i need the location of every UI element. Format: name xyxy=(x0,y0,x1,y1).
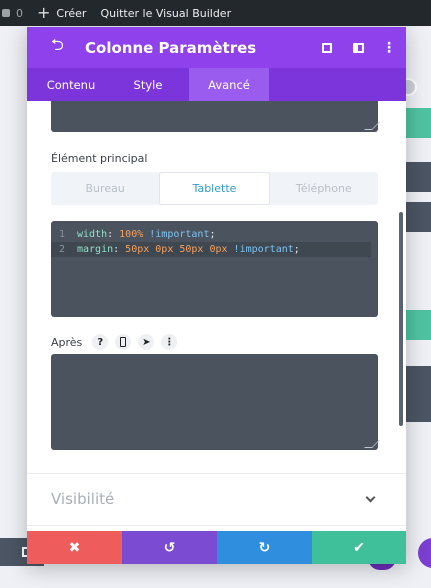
code-important: !important xyxy=(227,244,294,255)
tab-avance[interactable]: Avancé xyxy=(189,68,269,101)
apres-label: Après xyxy=(51,335,83,349)
code-value: 100% xyxy=(119,229,144,240)
line-number: 2 xyxy=(58,244,65,255)
page-bg-block xyxy=(405,108,431,138)
split-view-icon[interactable] xyxy=(349,40,367,56)
css-textarea-above[interactable] xyxy=(51,101,380,132)
tab-contenu[interactable]: Contenu xyxy=(35,68,107,101)
floating-add-button[interactable] xyxy=(418,538,431,568)
divider xyxy=(27,473,406,474)
check-icon: ✔ xyxy=(353,539,365,556)
wp-admin-bar: 0 + Créer Quitter le Visual Builder xyxy=(0,0,431,26)
modal-header: ⮌ Colonne Paramètres ⋮ xyxy=(27,27,406,68)
close-icon: ✖ xyxy=(68,539,81,556)
code-colon: : xyxy=(113,244,126,255)
chevron-down-icon xyxy=(365,492,376,502)
apres-row: Après ? ➤ ⋮ xyxy=(51,333,184,351)
column-settings-modal: ⮌ Colonne Paramètres ⋮ Contenu Style Ava… xyxy=(27,27,406,564)
resize-handle-icon[interactable] xyxy=(364,122,380,130)
comment-count: 0 xyxy=(16,6,23,20)
tab-style[interactable]: Style xyxy=(107,68,189,101)
code-line: 2 margin: 50px 0px 50px 0px !important; xyxy=(51,242,371,257)
visibility-label: Visibilité xyxy=(51,490,115,508)
new-label: Créer xyxy=(56,6,87,20)
save-button[interactable]: ✔ xyxy=(312,531,406,564)
new-content-link[interactable]: + Créer xyxy=(37,5,86,21)
apres-textarea[interactable] xyxy=(51,354,380,450)
quit-visual-builder-link[interactable]: Quitter le Visual Builder xyxy=(100,7,231,20)
page-bg-block xyxy=(405,162,431,192)
cancel-button[interactable]: ✖ xyxy=(27,531,122,564)
modal-title: Colonne Paramètres xyxy=(85,38,257,57)
device-tab-bureau[interactable]: Bureau xyxy=(51,172,159,205)
element-principal-label: Élément principal xyxy=(51,152,148,165)
device-tab-telephone[interactable]: Téléphone xyxy=(270,172,378,205)
device-tabs: Bureau Tablette Téléphone xyxy=(51,172,378,205)
code-colon: : xyxy=(107,229,120,240)
comments-link[interactable]: 0 xyxy=(2,7,23,20)
cursor-icon[interactable]: ➤ xyxy=(138,334,155,350)
divider xyxy=(27,525,406,526)
phone-icon[interactable] xyxy=(115,334,132,350)
css-code-editor[interactable]: 1 width: 100% !important; 2 margin: 50px… xyxy=(51,221,378,317)
help-icon[interactable]: ? xyxy=(92,334,109,350)
undo-button[interactable]: ↺ xyxy=(122,531,217,564)
page-bg-block xyxy=(405,202,431,232)
code-semicolon: ; xyxy=(293,244,300,255)
expand-icon[interactable] xyxy=(318,40,336,56)
comment-icon xyxy=(2,9,10,17)
device-tab-tablette[interactable]: Tablette xyxy=(159,172,270,205)
modal-body: Élément principal Bureau Tablette Téléph… xyxy=(27,101,406,531)
undo-icon: ↺ xyxy=(163,539,176,556)
more-vertical-icon[interactable]: ⋮ xyxy=(380,40,398,56)
resize-handle-icon[interactable] xyxy=(364,440,380,448)
back-arrow-icon[interactable]: ⮌ xyxy=(51,34,69,61)
redo-icon: ↻ xyxy=(258,539,271,556)
code-semicolon: ; xyxy=(209,229,216,240)
page-bg-block xyxy=(405,366,431,422)
page-bg-block xyxy=(405,310,431,340)
code-property: margin xyxy=(77,244,114,255)
plus-icon: + xyxy=(37,3,51,22)
line-number: 1 xyxy=(58,229,65,240)
more-vertical-icon[interactable]: ⋮ xyxy=(161,334,178,350)
code-important: !important xyxy=(143,229,210,240)
modal-footer: ✖ ↺ ↻ ✔ xyxy=(27,531,406,564)
visibility-toggle[interactable]: Visibilité xyxy=(51,485,378,513)
redo-button[interactable]: ↻ xyxy=(217,531,312,564)
code-value: 50px 0px 50px 0px xyxy=(125,244,228,255)
code-line: 1 width: 100% !important; xyxy=(51,227,378,242)
modal-tabs: Contenu Style Avancé xyxy=(27,68,406,101)
scrollbar[interactable] xyxy=(399,212,403,426)
code-property: width xyxy=(77,229,108,240)
